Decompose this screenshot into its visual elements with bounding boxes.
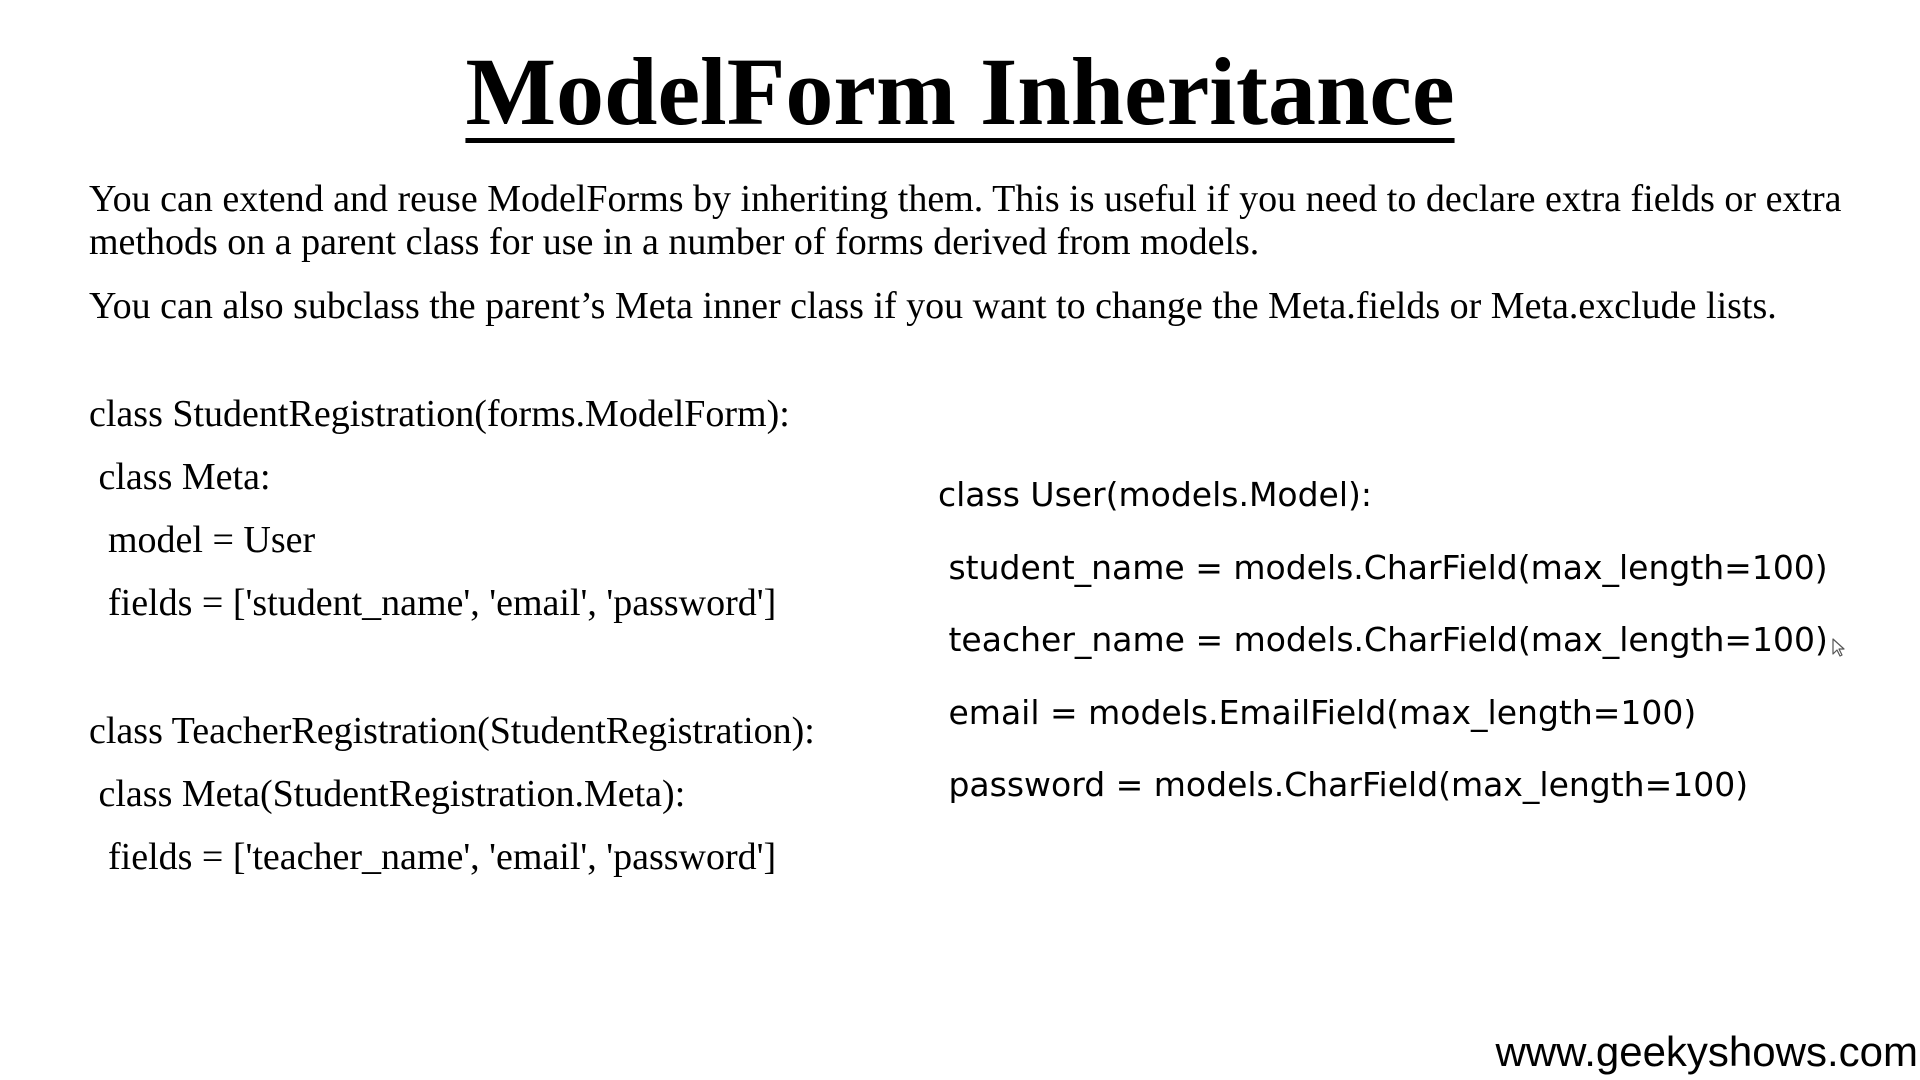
code-line-user-email: email = models.EmailField(max_length=100…: [938, 693, 1697, 732]
code-line-student-meta-model: model = User: [89, 519, 316, 561]
website-footer: www.geekyshows.com: [1495, 1028, 1918, 1075]
code-line-user-model-class: class User(models.Model):: [938, 475, 1373, 514]
code-line-teacher-meta-fields: fields = ['teacher_name', 'email', 'pass…: [89, 836, 777, 878]
mouse-pointer-icon: [1832, 638, 1845, 657]
code-line-student-meta-class: class Meta:: [89, 456, 271, 498]
code-line-user-student-name: student_name = models.CharField(max_leng…: [938, 548, 1828, 587]
paragraph-meta-subclass: You can also subclass the parent’s Meta …: [89, 285, 1777, 327]
code-line-user-teacher-name: teacher_name = models.CharField(max_leng…: [938, 620, 1828, 659]
slide-title-text: ModelForm Inheritance: [465, 38, 1455, 145]
code-line-teacher-registration-class: class TeacherRegistration(StudentRegistr…: [89, 710, 815, 752]
code-line-student-meta-fields: fields = ['student_name', 'email', 'pass…: [89, 582, 777, 624]
paragraph-inheritance-intro: You can extend and reuse ModelForms by i…: [89, 178, 1842, 263]
code-line-user-password: password = models.CharField(max_length=1…: [938, 765, 1749, 804]
code-line-student-registration-class: class StudentRegistration(forms.ModelFor…: [89, 393, 790, 435]
code-line-teacher-meta-class: class Meta(StudentRegistration.Meta):: [89, 773, 686, 815]
slide: ModelForm Inheritance You can extend and…: [0, 0, 1920, 1080]
slide-title: ModelForm Inheritance: [0, 44, 1920, 140]
